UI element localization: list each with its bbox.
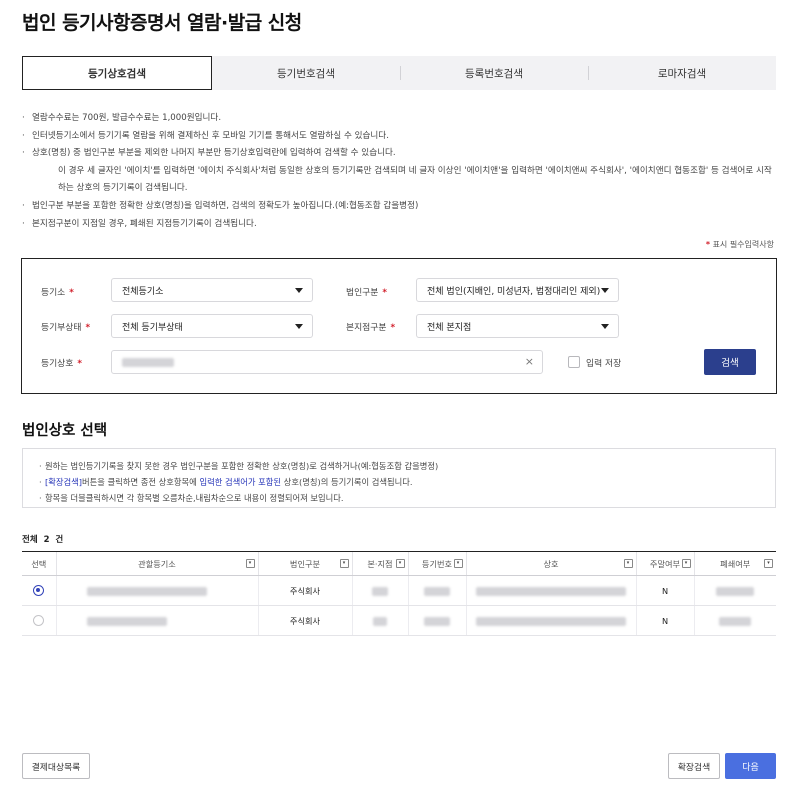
sort-icon[interactable]: ▾ [764, 559, 773, 568]
corp-type-select[interactable]: 전체 법인(지배인, 미성년자, 법정대리인 제외) [416, 278, 619, 302]
redacted-text [86, 616, 167, 626]
clear-icon[interactable]: × [525, 355, 534, 368]
reg-status-select[interactable]: 전체 등기부상태 [111, 314, 313, 338]
search-button[interactable]: 검색 [704, 349, 756, 375]
redacted-text [372, 586, 388, 596]
required-star: * [705, 240, 711, 249]
sort-icon[interactable]: ▾ [453, 559, 463, 568]
result-total: 전체 2 건 [22, 535, 64, 545]
branch-type-label: 본지점구분 * [346, 323, 396, 333]
extended-search-link: [확장검색] [45, 477, 83, 487]
redacted-text [716, 586, 755, 596]
sort-icon[interactable]: ▾ [245, 559, 255, 568]
corp-name-label: 등기상호 * [41, 359, 82, 369]
reg-status-label: 등기부상태 * [41, 323, 91, 333]
required-note: * 표시 필수입력사항 [706, 239, 774, 250]
corp-name-input[interactable]: × [111, 350, 543, 374]
chevron-down-icon [295, 324, 303, 329]
redacted-text [719, 616, 752, 626]
highlight-text: 입력한 검색어가 포함된 [199, 477, 282, 487]
redacted-text [476, 586, 626, 596]
tab-registration-number-search[interactable]: 등록번호검색 [400, 56, 588, 90]
cell-corp-type: 주식회사 [257, 575, 352, 606]
notice-item: 열람수수료는 700원, 발급수수료는 1,000원입니다. [22, 110, 782, 128]
notice-item: 인터넷등기소에서 등기기록 열람을 위해 결제하신 후 모바일 기기를 통해서도… [22, 128, 782, 146]
payment-list-button[interactable]: 결제대상목록 [22, 753, 90, 779]
col-header-reg-number[interactable]: 등기번호 ▾ [407, 551, 466, 576]
section-title: 법인상호 선택 [22, 423, 108, 439]
registry-office-label: 등기소 * [41, 288, 74, 298]
col-header-closed[interactable]: 폐쇄여부 ▾ [693, 551, 776, 576]
registry-office-select[interactable]: 전체등기소 [111, 278, 313, 302]
cell-corp-type: 주식회사 [257, 605, 352, 636]
col-header-corp-type[interactable]: 법인구분 ▾ [257, 551, 352, 576]
col-header-branch[interactable]: 본·지점 ▾ [351, 551, 408, 576]
tab-corp-name-search[interactable]: 등기상호검색 [22, 56, 212, 90]
chevron-down-icon [295, 288, 303, 293]
col-header-office[interactable]: 관할등기소 ▾ [55, 551, 258, 576]
redacted-text [86, 586, 207, 596]
redacted-text [373, 616, 387, 626]
col-header-select: 선택 [22, 551, 56, 576]
table-row[interactable]: 주식회사 N [22, 605, 776, 636]
page-title: 법인 등기사항증명서 열람·발급 신청 [22, 12, 302, 34]
notice-list: 열람수수료는 700원, 발급수수료는 1,000원입니다. 인터넷등기소에서 … [22, 110, 782, 233]
chevron-down-icon [601, 288, 609, 293]
required-note-text: 표시 필수입력사항 [712, 240, 774, 249]
search-tabs: 등기상호검색 등기번호검색 등록번호검색 로마자검색 [22, 56, 776, 90]
redacted-text [476, 616, 626, 626]
sort-icon[interactable]: ▾ [339, 559, 349, 568]
chevron-down-icon [601, 324, 609, 329]
table-header-row: 선택 관할등기소 ▾ 법인구분 ▾ 본·지점 ▾ 등기번호 ▾ 상호 ▾ 주말여부 ▾ 폐쇄… [22, 551, 776, 576]
redacted-text [424, 586, 450, 596]
tab-roman-search[interactable]: 로마자검색 [588, 56, 776, 90]
col-header-corp-name[interactable]: 상호 ▾ [465, 551, 636, 576]
info-item: 원하는 법인등기기록을 찾지 못한 경우 법인구분을 포함한 정확한 상호(명칭… [39, 458, 775, 474]
extended-search-button[interactable]: 확장검색 [668, 753, 720, 779]
corp-type-label: 법인구분 * [346, 288, 387, 298]
cell-weekend: N [635, 605, 694, 636]
save-input-label: 입력 저장 [586, 359, 622, 369]
notice-item: 상호(명칭) 중 법인구분 부분을 제외한 나머지 부분만 등기상호입력란에 입… [22, 145, 782, 163]
tab-reg-number-search[interactable]: 등기번호검색 [212, 56, 400, 90]
branch-type-select[interactable]: 전체 본지점 [416, 314, 619, 338]
save-input-checkbox[interactable] [568, 356, 580, 368]
notice-item: 본지점구분이 지점일 경우, 폐쇄된 지점등기기록이 검색됩니다. [22, 216, 782, 234]
cell-weekend: N [635, 575, 694, 606]
notice-item: 법인구분 부분을 포함한 정확한 상호(명칭)을 입력하면, 검색의 정확도가 … [22, 198, 782, 216]
col-header-weekend[interactable]: 주말여부 ▾ [635, 551, 694, 576]
info-item: 항목을 더블클릭하시면 각 항목별 오름차순,내림차순으로 내용이 정렬되어져 … [39, 490, 775, 506]
search-form: 등기소 * 전체등기소 법인구분 * 전체 법인(지배인, 미성년자, 법정대리인 … [21, 258, 777, 394]
row-radio[interactable] [33, 615, 45, 626]
table-row[interactable]: 주식회사 N [22, 575, 776, 606]
sort-icon[interactable]: ▾ [395, 559, 405, 568]
redacted-text [122, 358, 174, 367]
row-radio-selected[interactable] [33, 585, 45, 596]
sort-icon[interactable]: ▾ [681, 559, 691, 568]
next-button[interactable]: 다음 [725, 753, 776, 779]
redacted-text [424, 616, 450, 626]
info-box: 원하는 법인등기기록을 찾지 못한 경우 법인구분을 포함한 정확한 상호(명칭… [22, 448, 776, 508]
notice-item-continued: 하는 상호의 등기기록이 검색됩니다. [58, 183, 188, 194]
results-table: 선택 관할등기소 ▾ 법인구분 ▾ 본·지점 ▾ 등기번호 ▾ 상호 ▾ 주말여부 ▾ 폐쇄… [22, 551, 776, 636]
sort-icon[interactable]: ▾ [623, 559, 633, 568]
info-item: [확장검색]버튼을 클릭하면 종전 상호항목에 입력한 검색어가 포함된 상호(… [39, 474, 775, 490]
notice-item-continued: 이 경우 세 글자인 '에이치'를 입력하면 '에이치 주식회사'처럼 동일한 … [58, 165, 772, 176]
